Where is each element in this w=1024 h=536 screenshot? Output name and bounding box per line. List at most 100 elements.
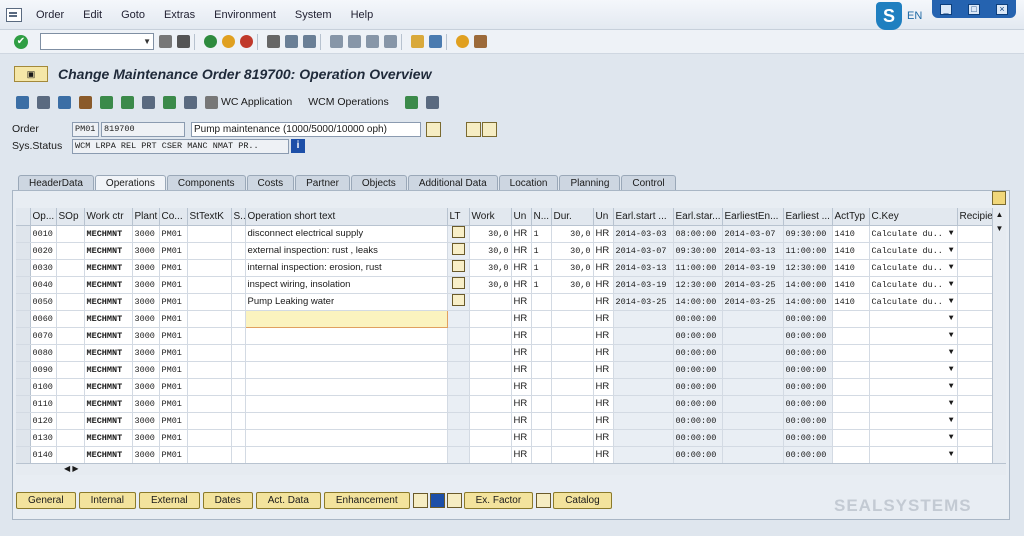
- catalog-button[interactable]: Catalog: [553, 492, 612, 509]
- table-row[interactable]: 0050 MECHMNT 3000 PM01 Pump Leaking water HR H…: [16, 293, 1006, 311]
- s-cell[interactable]: [231, 310, 246, 328]
- suboperation-cell[interactable]: [56, 429, 85, 447]
- table-row[interactable]: 0060 MECHMNT 3000 PM01 HR HR 00:00:00 00:00:00 ▼: [16, 309, 1006, 328]
- document-icon[interactable]: [142, 95, 155, 109]
- dropdown-icon[interactable]: ▼: [949, 331, 954, 340]
- calc-key-cell[interactable]: Calculate du.. ▼: [869, 225, 958, 243]
- row-selector[interactable]: [16, 378, 31, 396]
- suboperation-cell[interactable]: [56, 225, 85, 243]
- calc-key-cell[interactable]: ▼: [869, 412, 958, 430]
- internal-button[interactable]: Internal: [78, 492, 136, 509]
- s-cell[interactable]: [231, 225, 246, 243]
- vertical-scrollbar[interactable]: ▲ ▼: [992, 208, 1006, 463]
- calc-key-cell[interactable]: ▼: [869, 395, 958, 413]
- s-cell[interactable]: [231, 293, 246, 311]
- table-row[interactable]: 0140 MECHMNT 3000 PM01 HR HR 00:00:00 00:00:00 ▼: [16, 446, 1006, 463]
- suboperation-cell[interactable]: [56, 395, 85, 413]
- dropdown-icon[interactable]: ▼: [949, 280, 954, 289]
- suboperation-cell[interactable]: [56, 242, 85, 260]
- list-icon[interactable]: [37, 95, 50, 109]
- suboperation-cell[interactable]: [56, 310, 85, 328]
- wc-application-button[interactable]: WC Application: [205, 95, 292, 109]
- minimize-icon[interactable]: _: [940, 3, 952, 15]
- scroll-left-icon[interactable]: ◀: [64, 464, 70, 473]
- tab-planning[interactable]: Planning: [559, 175, 621, 190]
- order-type-icon[interactable]: ▣: [14, 66, 48, 82]
- col-plant[interactable]: Plant: [132, 208, 160, 226]
- calc-key-cell[interactable]: Calculate du.. ▼: [869, 259, 958, 277]
- scroll-up-icon[interactable]: ▲: [993, 208, 1006, 222]
- s-cell[interactable]: [231, 395, 246, 413]
- clipboard-icon[interactable]: [184, 95, 197, 109]
- menu-extras[interactable]: Extras: [164, 9, 195, 21]
- s-cell[interactable]: [231, 276, 246, 294]
- col-earliest-end-date[interactable]: EarliestEn...: [722, 208, 784, 226]
- command-field[interactable]: ▼: [40, 33, 154, 50]
- standard-text-key-cell[interactable]: [187, 446, 232, 463]
- calc-key-cell[interactable]: ▼: [869, 378, 958, 396]
- calc-key-cell[interactable]: Calculate du.. ▼: [869, 276, 958, 294]
- operation-short-text-cell[interactable]: [245, 327, 448, 345]
- col-calc-key[interactable]: C.Key: [869, 208, 958, 226]
- s-cell[interactable]: [231, 259, 246, 277]
- row-selector[interactable]: [16, 395, 31, 413]
- s-cell[interactable]: [231, 429, 246, 447]
- row-selector[interactable]: [16, 310, 31, 328]
- table-row[interactable]: 0070 MECHMNT 3000 PM01 HR HR 00:00:00 00:00:00 ▼: [16, 327, 1006, 345]
- table-row[interactable]: 0090 MECHMNT 3000 PM01 HR HR 00:00:00 00:00:00 ▼: [16, 361, 1006, 379]
- tab-costs[interactable]: Costs: [246, 175, 295, 190]
- col-long-text[interactable]: LT: [447, 208, 470, 226]
- row-selector-header[interactable]: [16, 208, 31, 226]
- dropdown-icon[interactable]: ▼: [949, 246, 954, 255]
- table-row[interactable]: 0040 MECHMNT 3000 PM01 inspect wiring, insol…: [16, 276, 1006, 294]
- standard-text-key-cell[interactable]: [187, 327, 232, 345]
- customize-layout-icon[interactable]: [474, 35, 487, 48]
- standard-text-key-cell[interactable]: [187, 310, 232, 328]
- menu-help[interactable]: Help: [351, 9, 374, 21]
- standard-text-key-cell[interactable]: [187, 412, 232, 430]
- col-work[interactable]: Work: [469, 208, 512, 226]
- tab-additional-data[interactable]: Additional Data: [407, 175, 498, 190]
- standard-text-key-cell[interactable]: [187, 225, 232, 243]
- s-cell[interactable]: [231, 361, 246, 379]
- calc-key-cell[interactable]: ▼: [869, 361, 958, 379]
- col-earliest-end-time[interactable]: Earliest ...: [783, 208, 833, 226]
- system-menu-icon[interactable]: [6, 7, 22, 22]
- suboperation-cell[interactable]: [56, 327, 85, 345]
- info-icon[interactable]: i: [291, 139, 305, 153]
- calc-key-cell[interactable]: ▼: [869, 429, 958, 447]
- standard-text-key-cell[interactable]: [187, 242, 232, 260]
- long-text-edit-icon[interactable]: [451, 294, 465, 306]
- menu-goto[interactable]: Goto: [121, 9, 145, 21]
- row-selector[interactable]: [16, 225, 31, 243]
- suboperation-cell[interactable]: [56, 293, 85, 311]
- row-selector[interactable]: [16, 412, 31, 430]
- calc-key-cell[interactable]: Calculate du.. ▼: [869, 293, 958, 311]
- last-page-icon[interactable]: [384, 35, 397, 48]
- horizontal-scrollbar[interactable]: ◀ ▶: [16, 463, 1006, 475]
- menu-environment[interactable]: Environment: [214, 9, 276, 21]
- s-cell[interactable]: [231, 344, 246, 362]
- operation-short-text-cell[interactable]: [245, 344, 448, 362]
- dropdown-icon[interactable]: ▼: [949, 297, 954, 306]
- save-icon[interactable]: [177, 35, 190, 48]
- calc-key-cell[interactable]: ▼: [869, 446, 958, 463]
- table-row[interactable]: 0100 MECHMNT 3000 PM01 HR HR 00:00:00 00:00:00 ▼: [16, 378, 1006, 396]
- dropdown-icon[interactable]: ▼: [949, 348, 954, 357]
- standard-text-key-cell[interactable]: [187, 395, 232, 413]
- col-work-center[interactable]: Work ctr: [84, 208, 133, 226]
- suboperation-cell[interactable]: [56, 412, 85, 430]
- col-earliest-start-time[interactable]: Earl.star...: [673, 208, 723, 226]
- suboperation-cell[interactable]: [56, 259, 85, 277]
- calc-key-cell[interactable]: Calculate du.. ▼: [869, 242, 958, 260]
- standard-text-key-cell[interactable]: [187, 378, 232, 396]
- previous-page-icon[interactable]: [348, 35, 361, 48]
- act-data-button[interactable]: Act. Data: [255, 492, 321, 509]
- col-operation-short-text[interactable]: Operation short text: [245, 208, 448, 226]
- dropdown-icon[interactable]: ▼: [949, 314, 954, 323]
- calc-key-cell[interactable]: ▼: [869, 310, 958, 328]
- find-next-icon[interactable]: [303, 35, 316, 48]
- row-selector[interactable]: [16, 293, 31, 311]
- menu-system[interactable]: System: [295, 9, 332, 21]
- operation-short-text-cell[interactable]: [245, 446, 448, 463]
